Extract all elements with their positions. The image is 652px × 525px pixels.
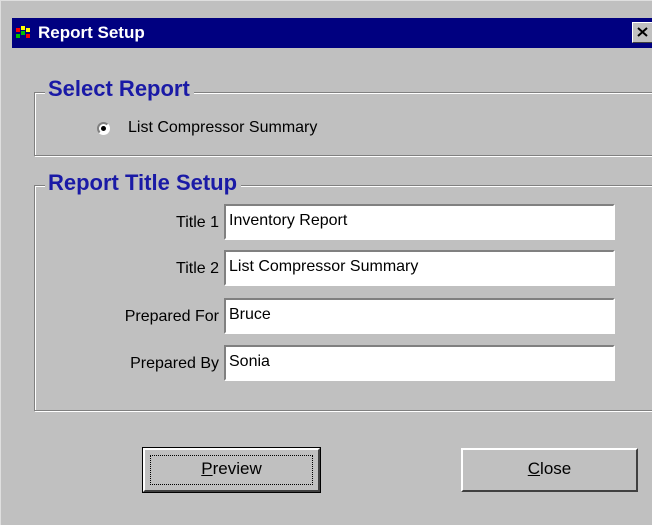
title2-label: Title 2 (176, 260, 219, 277)
title-bar[interactable]: Report Setup (12, 18, 652, 48)
prepared-for-field[interactable]: Bruce (224, 298, 615, 334)
close-button[interactable]: Close (461, 448, 638, 492)
select-report-legend: Select Report (45, 76, 194, 102)
prepared-for-label: Prepared For (124, 308, 219, 325)
report-app-icon (16, 26, 32, 40)
close-icon (637, 24, 648, 41)
title2-field[interactable]: List Compressor Summary (224, 250, 615, 286)
list-compressor-summary-radio[interactable] (97, 122, 110, 135)
prepared-by-label: Prepared By (130, 355, 219, 372)
window-title: Report Setup (38, 23, 145, 42)
close-window-button[interactable] (632, 22, 652, 43)
close-label: lose (540, 459, 572, 478)
title1-label: Title 1 (176, 214, 219, 231)
close-mnemonic: C (527, 459, 541, 478)
radio-selected-dot (101, 126, 106, 131)
preview-label: review (212, 459, 262, 478)
preview-mnemonic: P (201, 459, 213, 478)
report-setup-window: Report Setup Select Report List Compress… (0, 0, 652, 525)
title1-field[interactable]: Inventory Report (224, 204, 615, 240)
preview-button[interactable]: Preview (142, 447, 321, 493)
prepared-by-field[interactable]: Sonia (224, 345, 615, 381)
list-compressor-summary-label[interactable]: List Compressor Summary (128, 119, 317, 137)
report-title-setup-legend: Report Title Setup (45, 170, 242, 196)
